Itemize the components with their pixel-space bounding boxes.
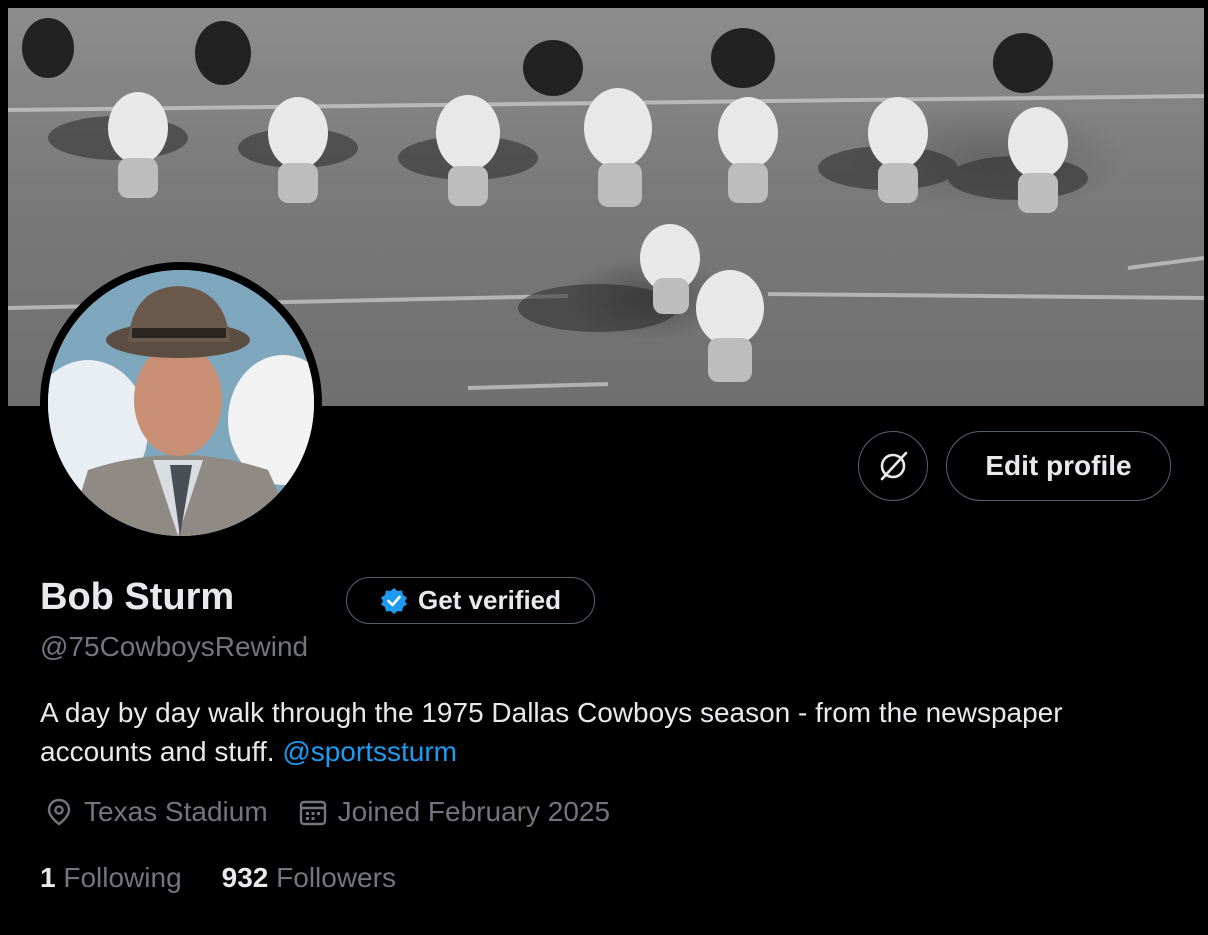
get-verified-button[interactable]: Get verified: [346, 577, 595, 624]
location-text: Texas Stadium: [84, 796, 268, 827]
verified-badge-icon: [380, 587, 407, 614]
get-verified-label: Get verified: [417, 585, 562, 615]
edit-profile-button[interactable]: Edit profile: [946, 431, 1171, 501]
following-count: 1: [40, 862, 56, 893]
following-link[interactable]: 1 Following: [40, 862, 182, 894]
joined-text: Joined February 2025: [337, 796, 611, 827]
profile-stats: 1 Following 932 Followers: [40, 862, 436, 894]
followers-label: Followers: [276, 862, 396, 893]
followers-link[interactable]: 932 Followers: [222, 862, 396, 894]
profile-bio: A day by day walk through the 1975 Dalla…: [40, 693, 1180, 771]
following-label: Following: [63, 862, 182, 893]
followers-count: 932: [221, 862, 269, 893]
avatar[interactable]: [48, 270, 314, 536]
joined-item: Joined February 2025: [298, 796, 610, 828]
profile-name: Bob Sturm: [40, 576, 235, 618]
location-pin-icon: [47, 798, 71, 826]
location-item: Texas Stadium: [44, 796, 268, 828]
profile-meta: Texas Stadium Joined February 2025: [44, 796, 640, 828]
profile-handle: @75CowboysRewind: [40, 631, 309, 662]
calendar-icon: [299, 800, 326, 826]
slash-circle-icon: [880, 451, 908, 481]
bio-text: A day by day walk through the 1975 Dalla…: [40, 697, 1063, 767]
bio-mention-link[interactable]: @sportssturm: [282, 736, 457, 767]
grok-button[interactable]: [858, 431, 928, 501]
